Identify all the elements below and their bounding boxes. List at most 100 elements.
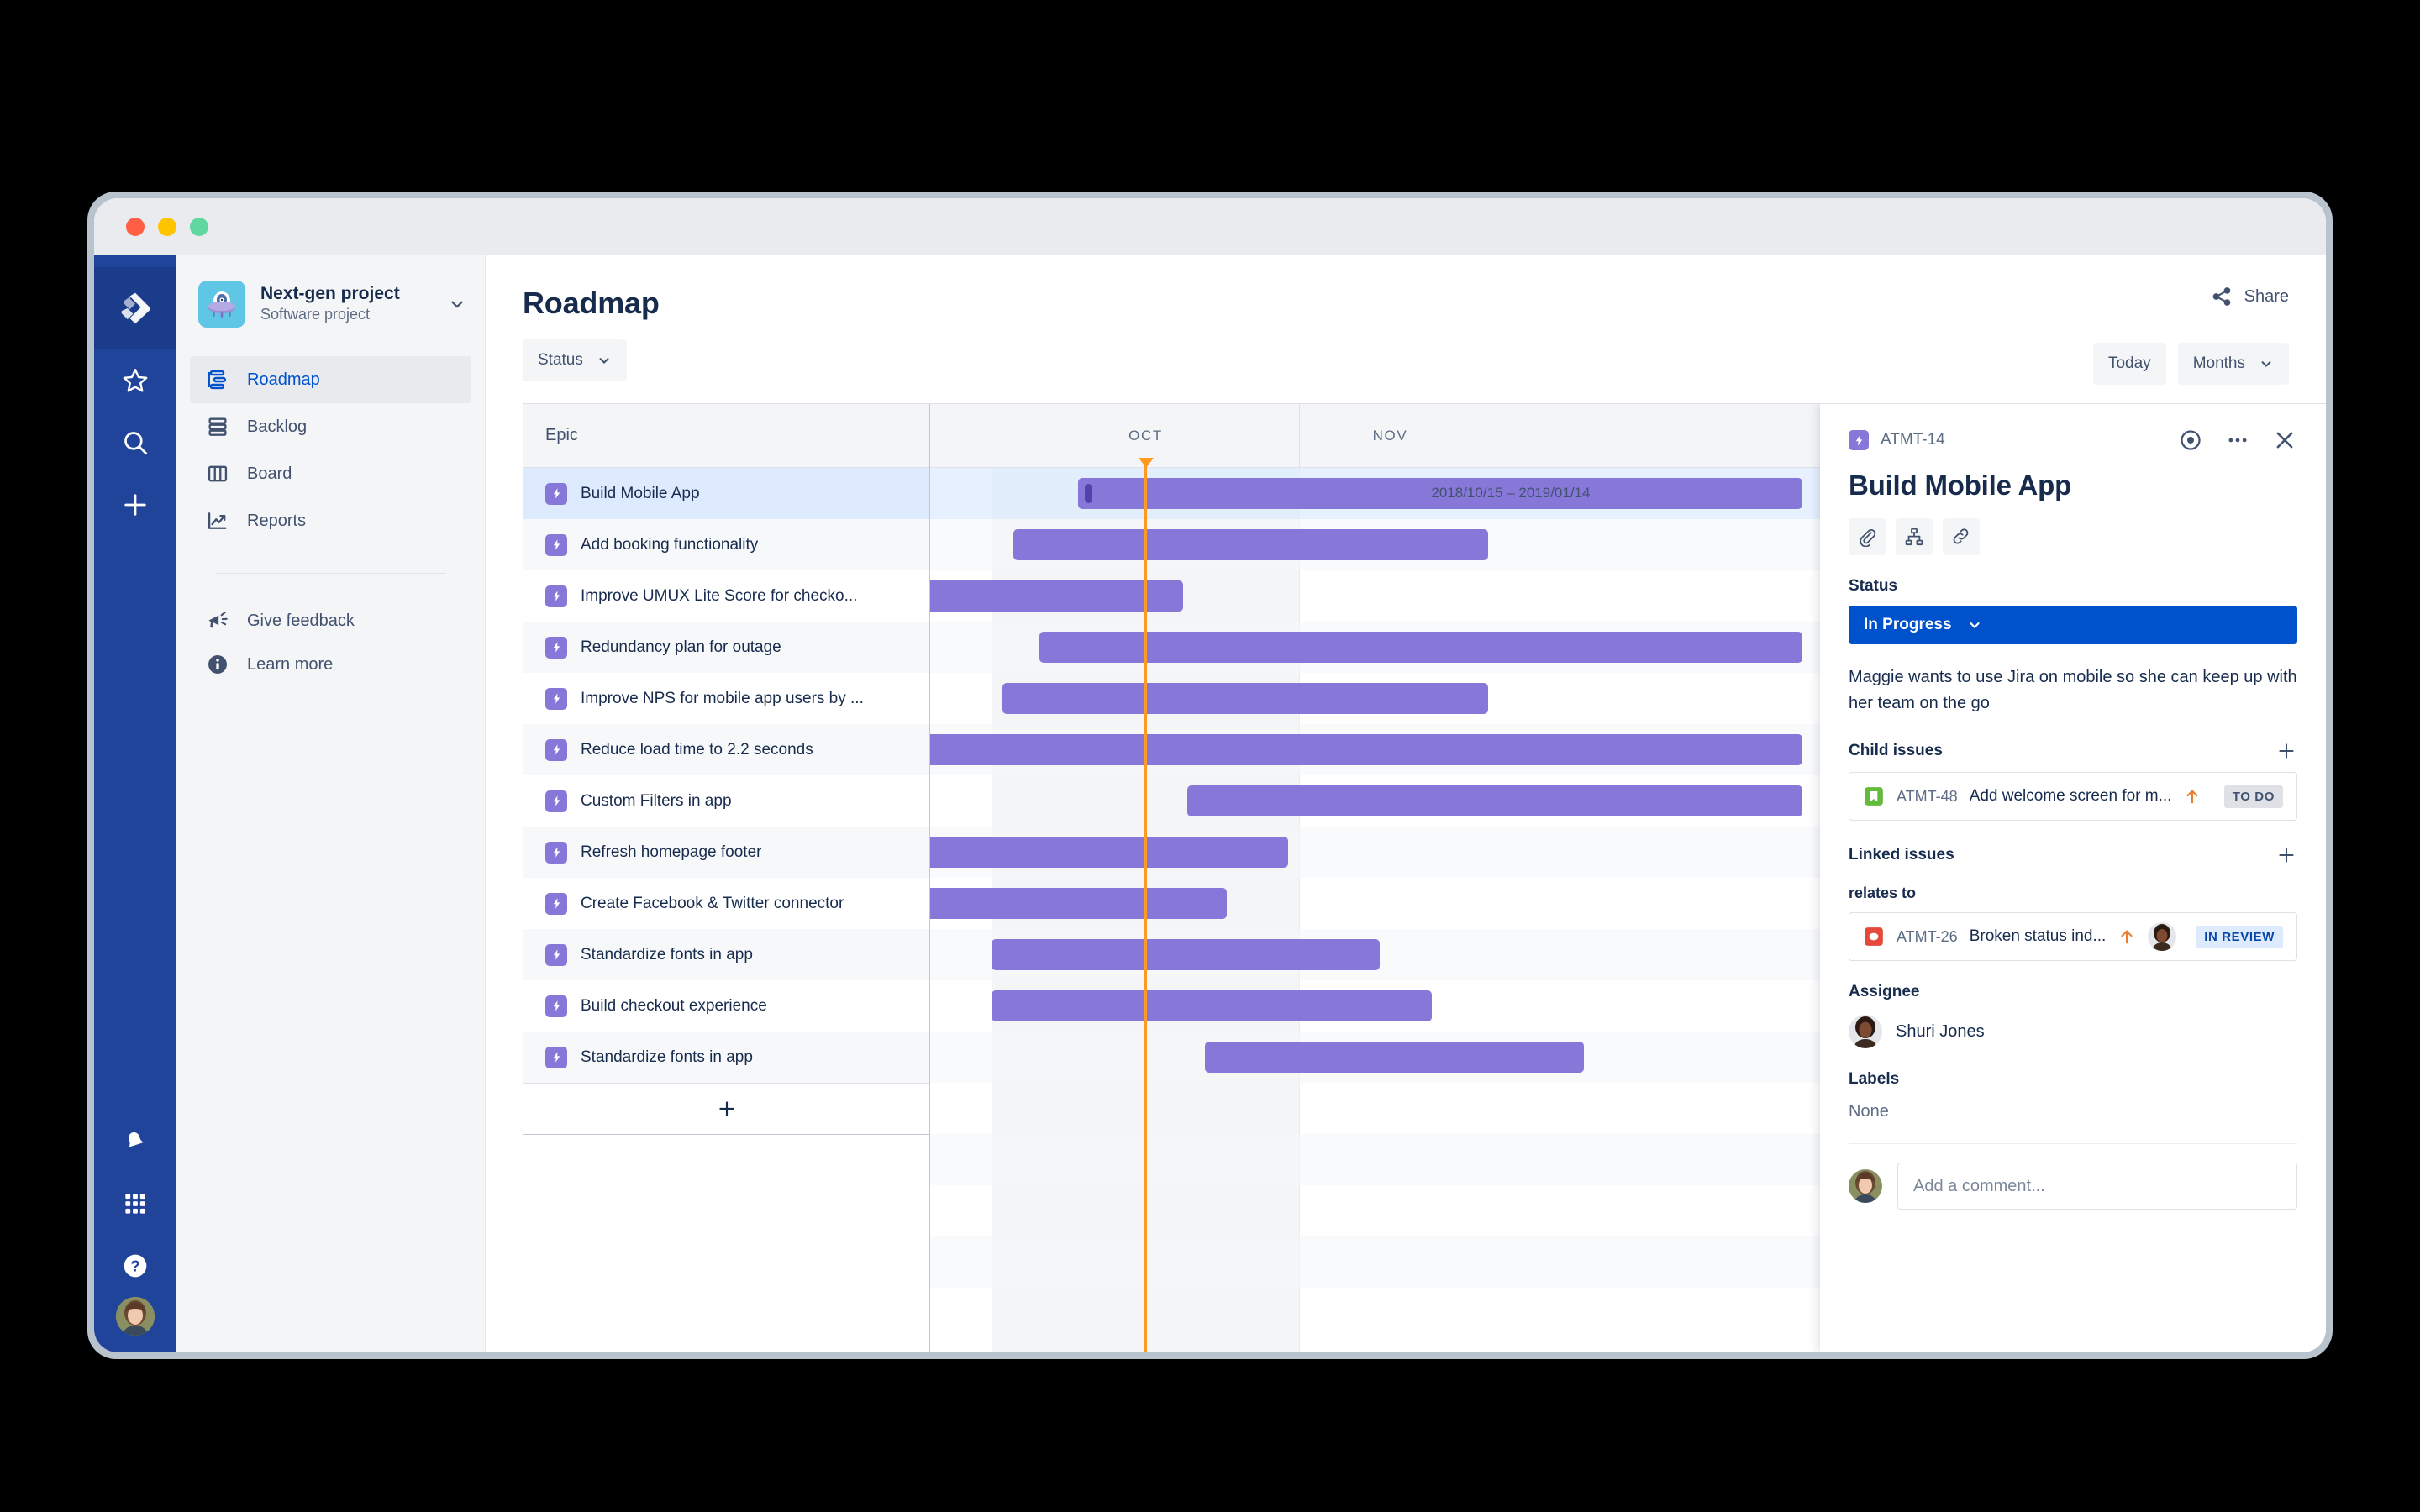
ufo-project-icon	[198, 281, 245, 328]
sidebar-item-label: Roadmap	[247, 370, 320, 389]
epic-row[interactable]: Reduce load time to 2.2 seconds	[523, 724, 929, 775]
bug-icon	[1863, 926, 1885, 948]
gantt-bar[interactable]	[1013, 529, 1489, 560]
epic-icon	[545, 482, 567, 505]
grid-icon[interactable]	[94, 1173, 176, 1235]
attach-icon[interactable]	[1849, 518, 1886, 555]
project-switcher[interactable]: Next-gen project Software project	[176, 274, 485, 334]
epic-row[interactable]: Standardize fonts in app	[523, 929, 929, 980]
child-issue-icon[interactable]	[1896, 518, 1933, 555]
epic-name: Build checkout experience	[581, 996, 767, 1015]
gantt-bar[interactable]	[930, 734, 1802, 765]
epic-row[interactable]: Improve NPS for mobile app users by ...	[523, 673, 929, 724]
issue-detail-panel: ATMT-14 Build Mobile App Status In Progr…	[1820, 404, 2326, 1352]
sidebar-item-learn-more[interactable]: Learn more	[190, 643, 471, 686]
epic-icon	[1849, 430, 1869, 450]
epic-icon	[545, 841, 567, 864]
reports-icon	[205, 508, 230, 533]
gantt-bar-date-label: 2018/10/15 – 2019/01/14	[1431, 485, 1591, 501]
add-linked-issue-button[interactable]	[2275, 844, 2297, 866]
bell-icon[interactable]	[94, 1110, 176, 1173]
screenshot-root: ? Next-gen project Software project Road…	[0, 0, 2420, 1512]
create-plus-icon[interactable]	[94, 474, 176, 536]
share-button[interactable]: Share	[2211, 286, 2289, 307]
today-label: Today	[2107, 354, 2151, 372]
child-issue-row[interactable]: ATMT-48 Add welcome screen for m... TO D…	[1849, 772, 2297, 821]
epic-name: Standardize fonts in app	[581, 1047, 753, 1066]
epic-row[interactable]: Redundancy plan for outage	[523, 622, 929, 673]
issue-description: Maggie wants to use Jira on mobile so sh…	[1849, 668, 2297, 712]
comment-input[interactable]: Add a comment...	[1897, 1163, 2297, 1210]
backlog-icon	[205, 414, 230, 439]
epic-row[interactable]: Custom Filters in app	[523, 775, 929, 827]
sidebar-item-give-feedback[interactable]: Give feedback	[190, 599, 471, 643]
project-type: Software project	[260, 306, 371, 323]
linked-issue-status-badge: IN REVIEW	[2196, 925, 2283, 948]
starred-icon[interactable]	[94, 349, 176, 412]
sidebar-item-label: Give feedback	[247, 611, 355, 630]
filter-bar: Status	[523, 339, 2289, 381]
user-avatar[interactable]	[116, 1297, 155, 1336]
question-circle-icon[interactable]: ?	[94, 1235, 176, 1297]
minimize-window-button[interactable]	[158, 218, 176, 236]
priority-high-icon	[2118, 927, 2136, 946]
epic-icon	[545, 636, 567, 659]
detail-issue-key[interactable]: ATMT-14	[1849, 430, 1945, 450]
gantt-bar[interactable]	[930, 888, 1227, 919]
link-icon[interactable]	[1943, 518, 1980, 555]
month-label-nov: NOV	[1300, 404, 1481, 467]
gantt-bar[interactable]	[1204, 1042, 1585, 1073]
epic-row[interactable]: Create Facebook & Twitter connector	[523, 878, 929, 929]
search-icon[interactable]	[94, 412, 176, 474]
epic-row[interactable]: Refresh homepage footer	[523, 827, 929, 878]
maximize-window-button[interactable]	[190, 218, 208, 236]
status-dropdown[interactable]: In Progress	[1849, 606, 2297, 644]
add-child-issue-button[interactable]	[2275, 740, 2297, 762]
detail-header: ATMT-14	[1849, 428, 2297, 453]
child-issue-status-badge: TO DO	[2223, 785, 2283, 808]
share-icon	[2211, 286, 2233, 307]
chevron-down-icon[interactable]	[448, 295, 470, 313]
epic-row[interactable]: Build checkout experience	[523, 980, 929, 1032]
close-icon[interactable]	[2272, 428, 2297, 453]
chevron-down-icon	[2259, 356, 2274, 371]
link-relation-label: relates to	[1849, 885, 1917, 901]
add-comment-row: Add a comment...	[1849, 1163, 2297, 1210]
gantt-bar-resize-handle[interactable]	[1085, 484, 1093, 503]
sidebar-item-roadmap[interactable]: Roadmap	[190, 356, 471, 403]
close-window-button[interactable]	[126, 218, 145, 236]
epic-row[interactable]: Build Mobile App	[523, 468, 929, 519]
gantt-bar[interactable]	[930, 837, 1288, 868]
gantt-bar[interactable]	[1187, 785, 1802, 816]
gantt-bar[interactable]	[991, 990, 1432, 1021]
project-meta: Next-gen project Software project	[260, 283, 433, 324]
window-titlebar	[94, 198, 2326, 255]
jira-logo-icon[interactable]	[94, 267, 176, 349]
assignee-row[interactable]: Shuri Jones	[1849, 1015, 2297, 1048]
epic-icon	[545, 995, 567, 1017]
eye-icon[interactable]	[2178, 428, 2203, 453]
epic-row[interactable]: Standardize fonts in app	[523, 1032, 929, 1083]
roadmap-table: Epic Build Mobile App Add booking functio…	[523, 403, 2326, 1352]
status-filter-button[interactable]: Status	[523, 339, 627, 381]
epic-row[interactable]: Improve UMUX Lite Score for checko...	[523, 570, 929, 622]
epic-name: Redundancy plan for outage	[581, 638, 781, 656]
add-epic-button[interactable]	[523, 1083, 929, 1134]
today-button[interactable]: Today	[2092, 343, 2166, 385]
epic-name: Improve UMUX Lite Score for checko...	[581, 586, 858, 605]
zoom-level-select[interactable]: Months	[2177, 343, 2289, 385]
epic-icon	[545, 738, 567, 761]
gantt-bar[interactable]	[1039, 632, 1802, 663]
zoom-level-label: Months	[2192, 354, 2245, 372]
sidebar-item-board[interactable]: Board	[190, 450, 471, 497]
epic-name: Create Facebook & Twitter connector	[581, 894, 844, 912]
sidebar-item-reports[interactable]: Reports	[190, 497, 471, 544]
epic-row[interactable]: Add booking functionality	[523, 519, 929, 570]
sidebar-item-backlog[interactable]: Backlog	[190, 403, 471, 450]
more-horizontal-icon[interactable]	[2225, 428, 2250, 453]
epic-name: Reduce load time to 2.2 seconds	[581, 740, 813, 759]
gantt-bar[interactable]	[991, 939, 1380, 970]
child-issues-header: Child issues	[1849, 740, 2297, 762]
linked-issue-row[interactable]: ATMT-26 Broken status ind... IN REVIEW	[1849, 912, 2297, 961]
gantt-bar[interactable]	[1002, 683, 1489, 714]
